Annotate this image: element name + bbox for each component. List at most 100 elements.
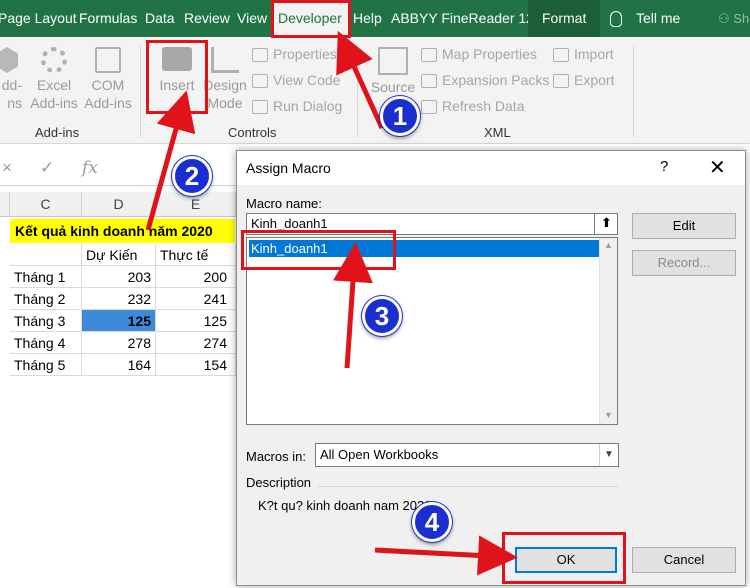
- export-label: Export: [574, 72, 615, 88]
- actual-cell[interactable]: 241: [156, 288, 236, 310]
- macros-in-label: Macros in:: [246, 449, 306, 464]
- lightbulb-icon: [610, 11, 622, 28]
- properties-icon: [252, 48, 268, 63]
- import-label: Import: [574, 46, 614, 62]
- view-code-label: View Code: [273, 72, 341, 88]
- header-plan-cell[interactable]: Dự Kiến: [82, 244, 156, 266]
- group-separator: [140, 45, 141, 137]
- month-cell[interactable]: Tháng 3: [10, 310, 82, 332]
- run-dialog-label: Run Dialog: [273, 98, 343, 114]
- selected-plan-cell[interactable]: 125: [82, 310, 156, 332]
- highlight-insert-button: [146, 40, 208, 114]
- tab-format[interactable]: Format: [528, 0, 601, 37]
- macros-in-value: All Open Workbooks: [320, 447, 439, 462]
- macros-in-select[interactable]: All Open Workbooks ▼: [315, 443, 619, 467]
- chevron-down-icon[interactable]: ▼: [599, 444, 618, 466]
- source-label: Source: [370, 79, 416, 95]
- step-marker-3: 3: [362, 296, 402, 336]
- column-header-d[interactable]: D: [82, 192, 156, 217]
- highlight-developer-tab: [271, 0, 351, 38]
- scroll-up-icon[interactable]: ▲: [604, 240, 613, 250]
- step-marker-4: 4: [412, 502, 452, 542]
- share-button[interactable]: ⚇ Sh: [718, 0, 749, 37]
- tell-me-search[interactable]: Tell me: [610, 0, 680, 37]
- addins-group-label: Add-ins: [35, 125, 80, 140]
- actual-cell[interactable]: 125: [156, 310, 236, 332]
- export-button[interactable]: Export: [553, 69, 614, 91]
- expansion-packs-button[interactable]: Expansion Packs: [421, 69, 549, 91]
- map-properties-icon: [421, 48, 437, 63]
- refresh-data-button[interactable]: Refresh Data: [421, 95, 524, 117]
- actual-cell[interactable]: 200: [156, 266, 236, 288]
- design-mode-button[interactable]: Design Mode: [202, 47, 248, 112]
- ribbon-body: dd- ns Excel Add-ins COM Add-ins Add-ins…: [0, 37, 750, 144]
- view-code-button[interactable]: View Code: [252, 69, 340, 91]
- tab-abbyy[interactable]: ABBYY FineReader 12: [391, 0, 534, 37]
- refresh-icon: [421, 100, 437, 115]
- enter-icon[interactable]: ✓: [40, 158, 54, 178]
- description-divider: [318, 486, 618, 487]
- close-icon[interactable]: ✕: [709, 155, 726, 180]
- plan-cell[interactable]: 203: [82, 266, 156, 288]
- source-button[interactable]: Source: [368, 47, 418, 96]
- tab-data[interactable]: Data: [145, 0, 175, 37]
- dialog-titlebar[interactable]: Assign Macro ? ✕: [237, 151, 745, 185]
- controls-group-label: Controls: [228, 125, 277, 140]
- collapse-dialog-icon[interactable]: ⬆: [594, 213, 618, 235]
- cancel-icon[interactable]: ×: [2, 158, 12, 178]
- com-addins-button[interactable]: COM Add-ins: [83, 47, 133, 112]
- month-cell[interactable]: Tháng 4: [10, 332, 82, 354]
- import-icon: [553, 48, 569, 63]
- design-mode-label: Design Mode: [203, 77, 247, 111]
- column-header-e[interactable]: E: [156, 192, 236, 217]
- properties-button[interactable]: Properties: [252, 43, 337, 65]
- month-cell[interactable]: Tháng 1: [10, 266, 82, 288]
- scroll-down-icon[interactable]: ▼: [604, 410, 613, 420]
- tab-help[interactable]: Help: [353, 0, 382, 37]
- assign-macro-dialog: Assign Macro ? ✕ Macro name: Kinh_doanh1…: [236, 150, 746, 586]
- plan-cell[interactable]: 278: [82, 332, 156, 354]
- ruler-pencil-icon: [211, 47, 239, 73]
- addins-button[interactable]: dd- ns: [0, 47, 22, 112]
- ribbon-tabs: Page Layout Formulas Data Review View De…: [0, 0, 750, 37]
- import-button[interactable]: Import: [553, 43, 614, 65]
- source-pane-icon: [378, 47, 408, 75]
- month-cell[interactable]: Tháng 5: [10, 354, 82, 376]
- step-marker-1: 1: [380, 96, 420, 136]
- table-cell[interactable]: [10, 244, 82, 266]
- plan-cell[interactable]: 232: [82, 288, 156, 310]
- highlight-ok-button: [502, 532, 626, 584]
- report-title-cell[interactable]: Kết quả kinh doanh năm 2020: [10, 219, 235, 243]
- actual-cell[interactable]: 154: [156, 354, 236, 376]
- tab-formulas[interactable]: Formulas: [79, 0, 137, 37]
- map-properties-button[interactable]: Map Properties: [421, 43, 537, 65]
- tab-page-layout[interactable]: Page Layout: [0, 0, 77, 37]
- record-button[interactable]: Record...: [632, 250, 736, 276]
- run-dialog-icon: [252, 100, 268, 115]
- share-label: Sh: [733, 11, 750, 26]
- list-scrollbar[interactable]: ▲ ▼: [599, 238, 617, 424]
- help-button[interactable]: ?: [660, 158, 668, 175]
- actual-cell[interactable]: 274: [156, 332, 236, 354]
- plan-cell[interactable]: 164: [82, 354, 156, 376]
- column-header-partial[interactable]: [0, 192, 10, 217]
- edit-button[interactable]: Edit: [632, 213, 736, 239]
- month-cell[interactable]: Tháng 2: [10, 288, 82, 310]
- expansion-packs-label: Expansion Packs: [442, 72, 550, 88]
- cancel-button[interactable]: Cancel: [632, 547, 736, 573]
- description-label: Description: [246, 475, 312, 490]
- run-dialog-button[interactable]: Run Dialog: [252, 95, 342, 117]
- addins-icon: [0, 47, 18, 73]
- tab-view[interactable]: View: [237, 0, 267, 37]
- column-header-c[interactable]: C: [10, 192, 82, 217]
- tell-me-label: Tell me: [636, 10, 681, 26]
- tab-review[interactable]: Review: [184, 0, 230, 37]
- header-actual-cell[interactable]: Thực tế: [156, 244, 236, 266]
- excel-addins-button[interactable]: Excel Add-ins: [28, 47, 80, 112]
- group-separator: [633, 45, 634, 137]
- fx-icon[interactable]: fx: [82, 158, 98, 178]
- refresh-data-label: Refresh Data: [442, 98, 525, 114]
- dialog-title: Assign Macro: [246, 160, 331, 176]
- com-addins-label: COM Add-ins: [84, 77, 132, 111]
- step-marker-2: 2: [172, 156, 212, 196]
